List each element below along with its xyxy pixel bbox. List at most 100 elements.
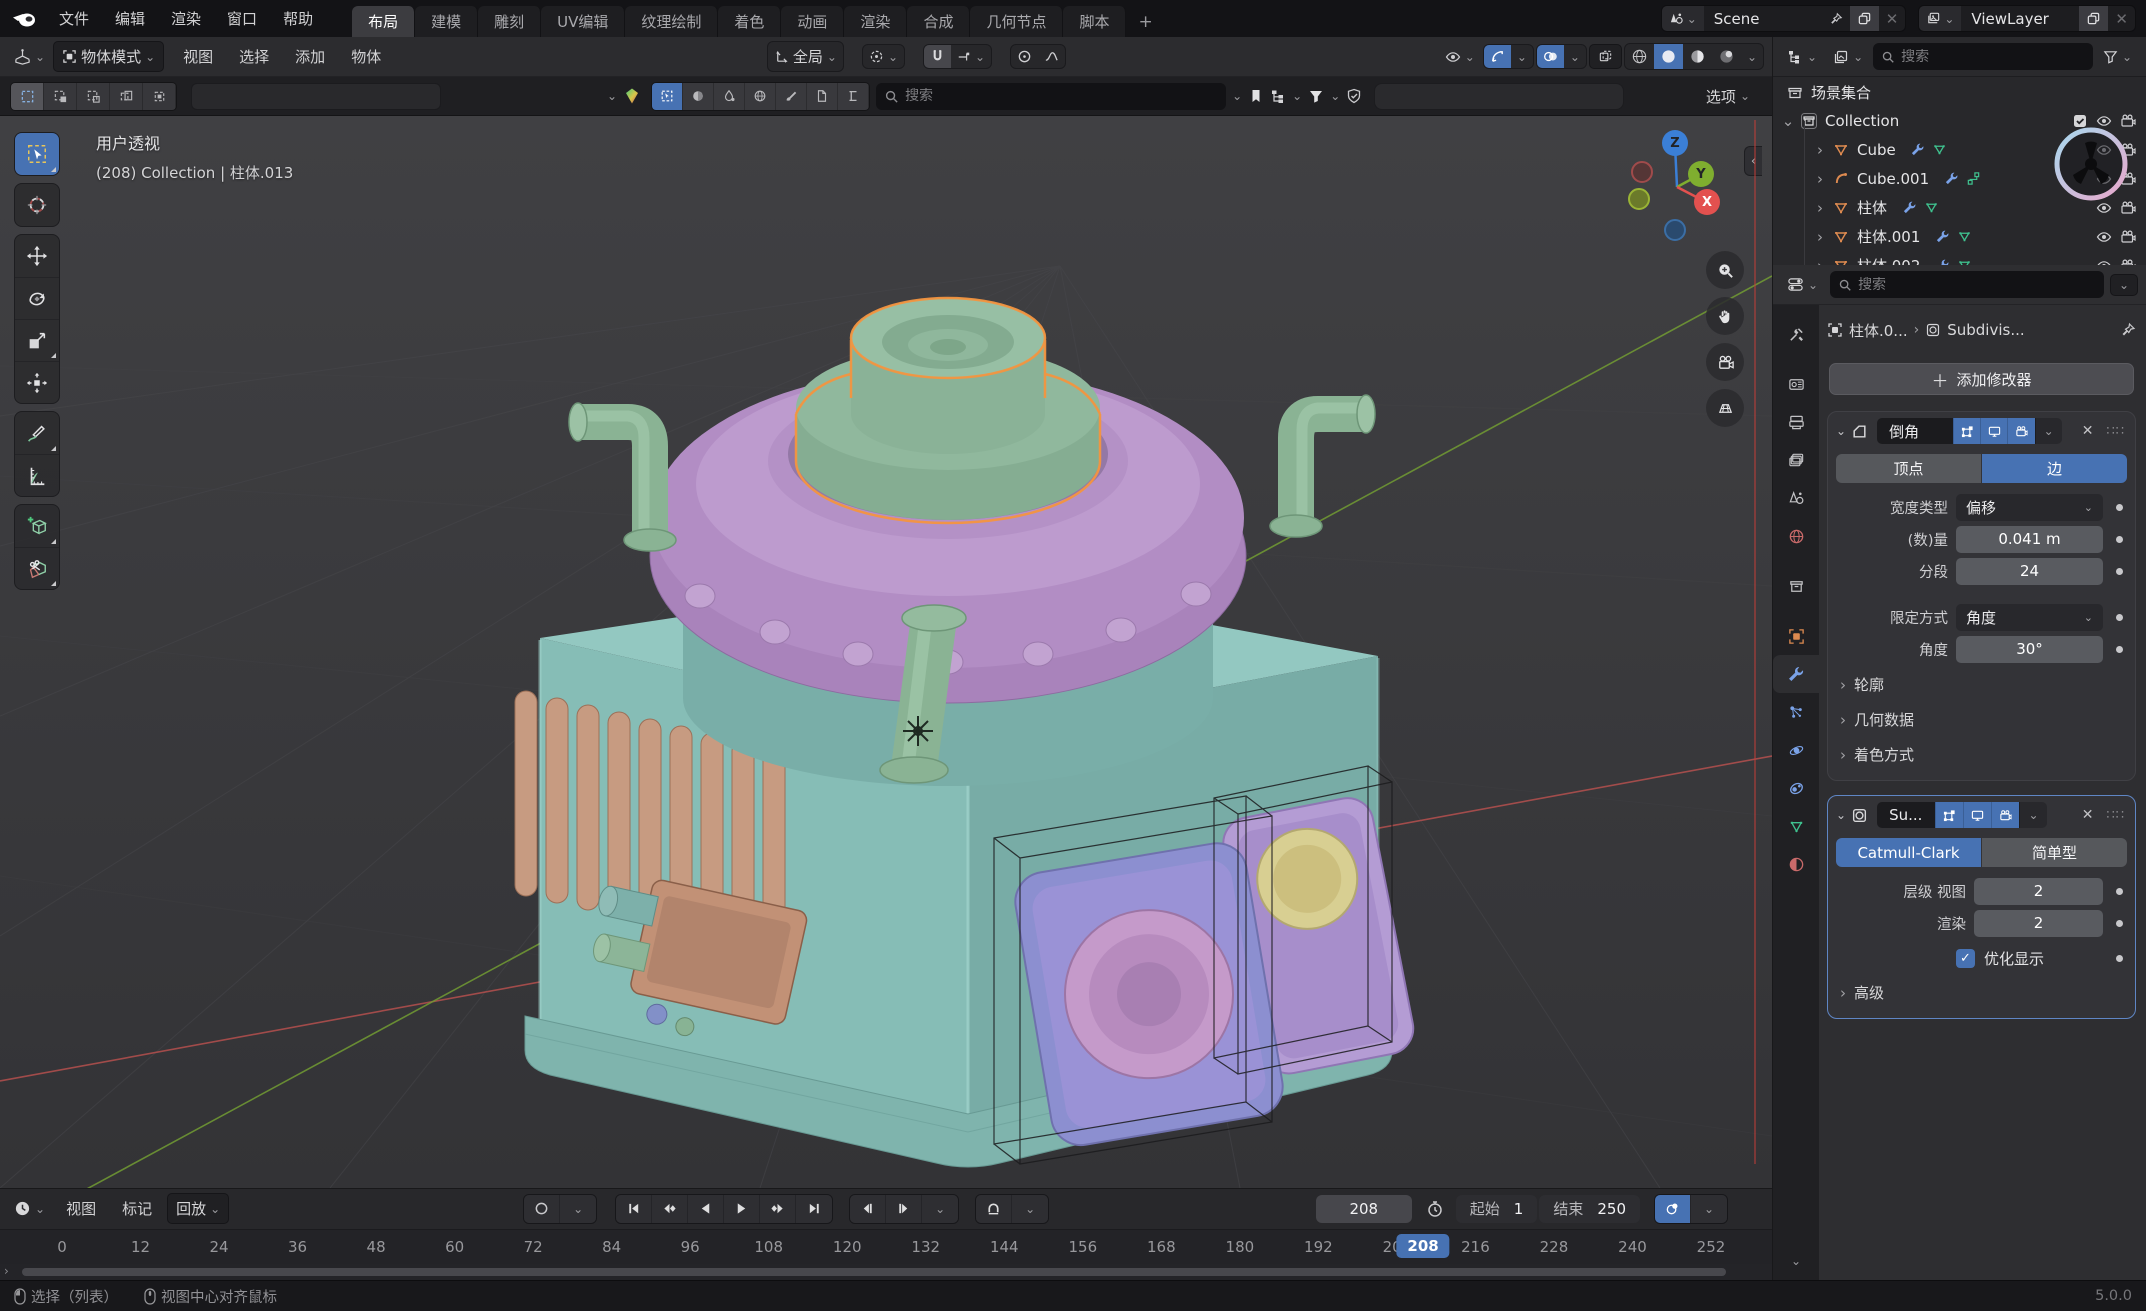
timeline-menu-0[interactable]: 视图	[53, 1193, 109, 1224]
workspace-tab[interactable]: 布局	[352, 6, 415, 37]
props-tab-constraints[interactable]	[1773, 769, 1819, 807]
catmull-clark-button[interactable]: Catmull-Clark	[1836, 838, 1981, 867]
expand-icon[interactable]: ›	[1813, 228, 1827, 246]
bookmark-icon[interactable]	[1248, 88, 1264, 104]
frame-back-button[interactable]	[850, 1195, 886, 1223]
props-tab-material[interactable]	[1773, 845, 1819, 883]
sidebar-collapse-arrow[interactable]: ‹	[1744, 146, 1762, 176]
shield-check-icon[interactable]	[1346, 88, 1362, 104]
collapse-icon[interactable]: ⌄	[1836, 424, 1846, 438]
workspace-tab[interactable]: 几何节点	[970, 6, 1063, 37]
scrollbar-handle[interactable]	[22, 1268, 1726, 1276]
render-display-toggle[interactable]	[1991, 802, 2019, 828]
shading-solid-button[interactable]	[1654, 44, 1683, 69]
decorate-dot[interactable]	[2111, 920, 2127, 927]
props-tab-object[interactable]	[1773, 617, 1819, 655]
snap-options-button[interactable]: ⌄	[951, 46, 991, 68]
topbar-menu-4[interactable]: 帮助	[270, 3, 326, 34]
filter-world-button[interactable]	[745, 83, 776, 110]
modifier-name-field[interactable]: Su...	[1877, 802, 1935, 828]
proportional-toggle[interactable]	[1011, 45, 1038, 68]
shading-material-button[interactable]	[1683, 44, 1712, 69]
object-name[interactable]: 柱体	[1855, 197, 1889, 218]
outliner-filter-button[interactable]: ⌄	[2097, 45, 2138, 68]
outliner-editor-type-button[interactable]: ⌄	[1781, 45, 1823, 69]
expand-arrow-icon[interactable]: ›	[4, 1264, 9, 1278]
properties-search-input[interactable]	[1858, 277, 2096, 293]
subpanel-header[interactable]: ›轮廓	[1828, 667, 2135, 702]
breadcrumb-modifier[interactable]: Subdivis...	[1947, 321, 2024, 339]
props-tab-data[interactable]	[1773, 807, 1819, 845]
object-name[interactable]: 柱体.001	[1855, 226, 1922, 247]
loop-options-button[interactable]: ⌄	[1012, 1195, 1048, 1223]
topbar-menu-0[interactable]: 文件	[46, 3, 102, 34]
current-frame-field[interactable]: 208	[1316, 1195, 1412, 1223]
filter-brush-button[interactable]	[776, 83, 807, 110]
decorate-dot[interactable]	[2111, 646, 2127, 653]
field-slider[interactable]: 2	[1974, 878, 2103, 905]
topbar-menu-1[interactable]: 编辑	[102, 3, 158, 34]
collapse-icon[interactable]: ⌄	[1781, 112, 1795, 130]
viewlayer-new-button[interactable]	[2079, 6, 2108, 31]
field-slider[interactable]: 30°	[1956, 636, 2103, 663]
properties-options-button[interactable]: ⌄	[2110, 274, 2138, 296]
auto-keying-toggle[interactable]	[524, 1195, 560, 1223]
collection-name[interactable]: Collection	[1823, 112, 1901, 130]
subpanel-header[interactable]: ›着色方式	[1828, 737, 2135, 772]
decorate-dot[interactable]	[2111, 888, 2127, 895]
play-reverse-button[interactable]	[688, 1195, 724, 1223]
playhead-current-frame[interactable]: 208	[1396, 1234, 1449, 1258]
properties-editor-type-button[interactable]: ⌄	[1781, 272, 1824, 297]
viewport-menu-2[interactable]: 添加	[282, 41, 338, 72]
filter-select-button[interactable]	[652, 83, 683, 110]
topbar-menu-2[interactable]: 渲染	[158, 3, 214, 34]
pivot-point[interactable]: ⌄	[862, 44, 905, 69]
optimal-display-checkbox[interactable]: ✓	[1956, 949, 1975, 968]
stopwatch-icon[interactable]	[1426, 1200, 1444, 1218]
select-subtract-button[interactable]	[77, 83, 110, 110]
timeline-editor-type-button[interactable]: ⌄	[8, 1196, 51, 1221]
viewlayer-delete-button[interactable]: ✕	[2108, 6, 2135, 31]
tool-scale[interactable]	[15, 319, 59, 361]
add-modifier-button[interactable]: ＋ 添加修改器	[1829, 363, 2134, 395]
pin-icon[interactable]	[2120, 322, 2136, 338]
pan-hand-button[interactable]	[1706, 297, 1744, 335]
scene-delete-button[interactable]: ✕	[1879, 6, 1906, 31]
render-display-toggle[interactable]	[2007, 418, 2034, 444]
hide-eye-toggle[interactable]	[2094, 257, 2114, 266]
workspace-tab[interactable]: 合成	[907, 6, 970, 37]
select-intersect-button[interactable]	[143, 83, 176, 110]
viewport-menu-0[interactable]: 视图	[170, 41, 226, 72]
modifier-name-field[interactable]: 倒角	[1877, 418, 1953, 444]
gizmo-axis-x-neg[interactable]	[1631, 161, 1653, 183]
field-dropdown[interactable]: 偏移⌄	[1956, 494, 2103, 521]
decorate-dot[interactable]	[2111, 536, 2127, 543]
mode-selector[interactable]: 物体模式 ⌄	[53, 41, 164, 72]
tool-annotate[interactable]	[15, 412, 59, 454]
props-tab-output[interactable]	[1773, 403, 1819, 441]
shading-rendered-button[interactable]	[1712, 44, 1741, 69]
next-keyframe-button[interactable]	[760, 1195, 796, 1223]
collapse-icon[interactable]: ⌄	[1836, 808, 1846, 822]
jump-to-start-button[interactable]	[616, 1195, 652, 1223]
filter-page-button[interactable]	[807, 83, 838, 110]
gizmo-axis-y[interactable]: Y	[1688, 161, 1714, 187]
playback-menu[interactable]: 回放 ⌄	[167, 1193, 229, 1224]
falloff-button[interactable]	[1038, 45, 1065, 68]
simple-button[interactable]: 简单型	[1982, 838, 2127, 867]
field-slider[interactable]: 2	[1974, 910, 2103, 937]
filter-droplet-button[interactable]	[714, 83, 745, 110]
overlays-options-button[interactable]: ⌄	[1564, 47, 1586, 67]
viewport-menu-1[interactable]: 选择	[226, 41, 282, 72]
tool-move[interactable]	[15, 235, 59, 277]
workspace-tab[interactable]: 动画	[781, 6, 844, 37]
props-tab-viewlayer[interactable]	[1773, 441, 1819, 479]
sync-options-button[interactable]: ⌄	[1691, 1195, 1727, 1223]
props-tab-render[interactable]	[1773, 365, 1819, 403]
workspace-tab[interactable]: 雕刻	[478, 6, 541, 37]
outliner-search-input[interactable]	[1901, 49, 2085, 65]
breadcrumb-object[interactable]: 柱体.0...	[1849, 320, 1908, 341]
tool-add-primitive[interactable]	[15, 505, 59, 547]
viewport-menu-3[interactable]: 物体	[338, 41, 394, 72]
keying-sync-toggle[interactable]	[1655, 1195, 1691, 1223]
